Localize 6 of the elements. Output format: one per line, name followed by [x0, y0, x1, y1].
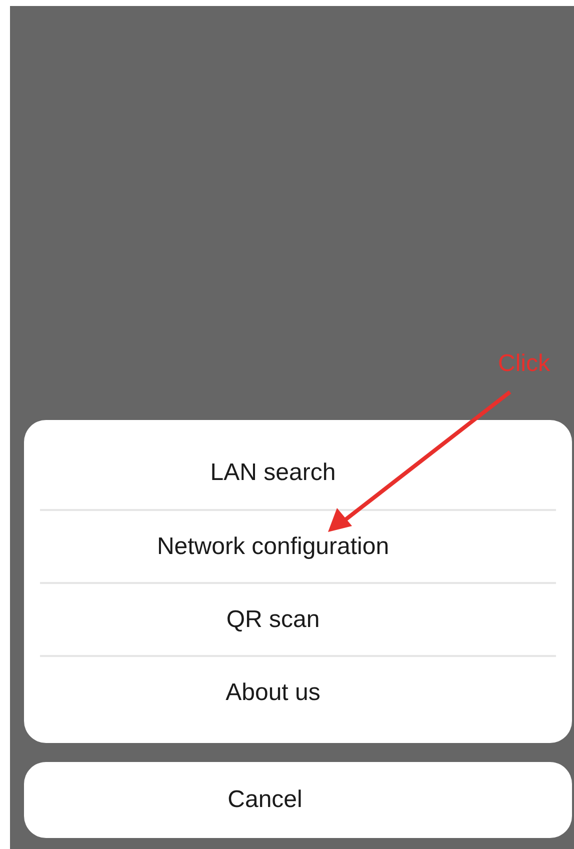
- cancel-button[interactable]: Cancel: [24, 762, 572, 838]
- menu-item[interactable]: LAN search: [206, 454, 340, 490]
- menu-item[interactable]: QR scan: [222, 602, 324, 638]
- menu-item[interactable]: About us: [222, 674, 324, 710]
- menu-item[interactable]: Network configuration: [152, 528, 394, 564]
- annotation-label: Click: [498, 349, 550, 379]
